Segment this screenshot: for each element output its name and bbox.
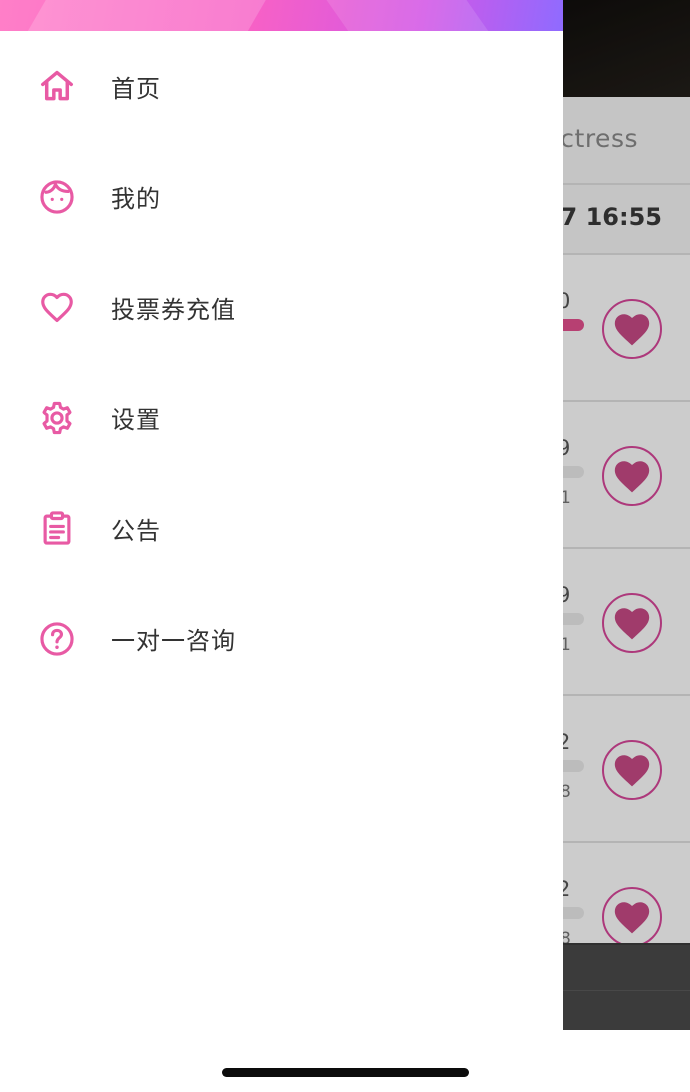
home-icon <box>38 67 76 105</box>
menu-label: 设置 <box>111 406 161 435</box>
menu-label: 投票券充值 <box>111 295 236 324</box>
clipboard-icon <box>38 509 76 547</box>
menu-item-settings[interactable]: 设置 <box>0 363 563 474</box>
menu-item-consultation[interactable]: 一对一咨询 <box>0 584 563 695</box>
gear-icon <box>38 399 76 437</box>
drawer-menu: 首页 我的 投票券充值 设置 公告 一对一咨询 <box>0 31 563 694</box>
drawer-header <box>0 0 563 31</box>
heart-outline-icon <box>38 288 76 326</box>
help-icon <box>38 620 76 658</box>
menu-label: 首页 <box>111 74 161 103</box>
menu-item-mine[interactable]: 我的 <box>0 142 563 253</box>
face-icon <box>38 178 76 216</box>
navigation-drawer: 首页 我的 投票券充值 设置 公告 一对一咨询 <box>0 0 563 1092</box>
menu-label: 我的 <box>111 185 161 214</box>
home-indicator-area <box>0 1030 690 1092</box>
menu-label: 一对一咨询 <box>111 627 236 656</box>
menu-item-home[interactable]: 首页 <box>0 31 563 142</box>
menu-label: 公告 <box>111 516 161 545</box>
home-indicator[interactable] <box>222 1068 469 1077</box>
menu-item-announcement[interactable]: 公告 <box>0 473 563 584</box>
menu-item-voucher-recharge[interactable]: 投票券充值 <box>0 252 563 363</box>
